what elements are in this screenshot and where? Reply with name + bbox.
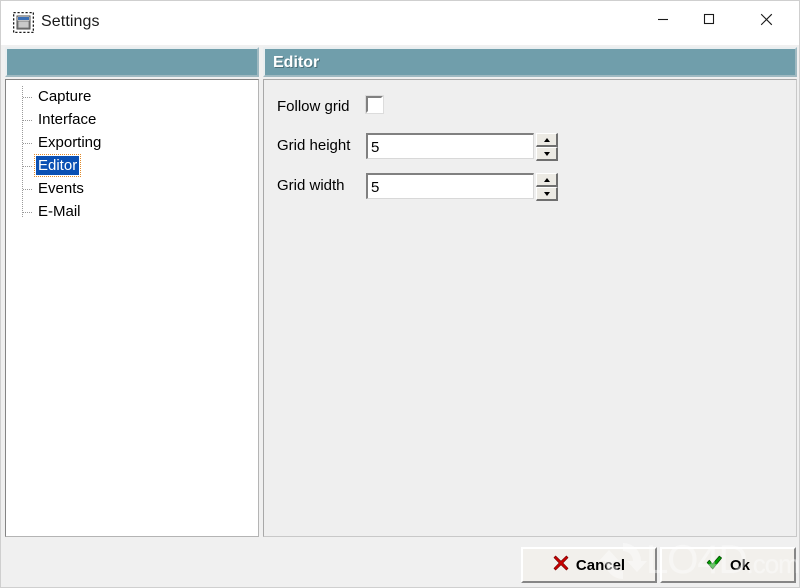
grid-height-input[interactable] xyxy=(366,133,534,159)
follow-grid-checkbox[interactable] xyxy=(366,96,383,113)
spin-up-icon[interactable] xyxy=(536,133,558,147)
spin-down-icon[interactable] xyxy=(536,147,558,161)
cancel-button-label: Cancel xyxy=(575,556,626,574)
grid-height-label: Grid height xyxy=(277,137,351,154)
sidebar-item-exporting[interactable]: Exporting xyxy=(6,132,258,155)
close-icon[interactable] xyxy=(743,1,789,37)
minimize-icon[interactable] xyxy=(640,1,686,37)
sidebar-item-interface[interactable]: Interface xyxy=(6,109,258,132)
sidebar-item-label: Interface xyxy=(38,111,97,128)
ok-button-label: Ok xyxy=(729,556,750,574)
sidebar-header xyxy=(5,47,259,77)
content-body: Follow grid Grid height Grid width xyxy=(263,79,797,537)
settings-window: Settings Capture Interface Exporting Edi… xyxy=(0,0,800,588)
red-x-icon xyxy=(553,555,569,575)
settings-window-icon xyxy=(12,11,35,34)
follow-grid-label: Follow grid xyxy=(277,98,350,115)
grid-height-stepper[interactable] xyxy=(536,133,558,161)
sidebar-item-label: E-Mail xyxy=(38,203,81,220)
grid-width-stepper[interactable] xyxy=(536,173,558,201)
sidebar-item-label: Events xyxy=(38,180,84,197)
field-row-grid-width: Grid width xyxy=(264,173,796,203)
sidebar-panel: Capture Interface Exporting Editor Event… xyxy=(5,47,259,537)
settings-tree[interactable]: Capture Interface Exporting Editor Event… xyxy=(5,79,259,537)
title-bar: Settings xyxy=(1,1,799,45)
ok-button[interactable]: Ok xyxy=(660,547,796,583)
grid-width-input[interactable] xyxy=(366,173,534,199)
window-title: Settings xyxy=(41,13,100,30)
spin-up-icon[interactable] xyxy=(536,173,558,187)
content-panel: Editor Follow grid Grid height Grid widt… xyxy=(263,47,797,537)
sidebar-item-events[interactable]: Events xyxy=(6,178,258,201)
sidebar-item-label: Exporting xyxy=(38,134,102,151)
field-row-grid-height: Grid height xyxy=(264,133,796,163)
sidebar-item-e-mail[interactable]: E-Mail xyxy=(6,201,258,224)
sidebar-item-editor[interactable]: Editor xyxy=(6,154,258,178)
green-check-icon xyxy=(706,555,723,575)
content-header: Editor xyxy=(263,47,797,77)
sidebar-item-label: Editor xyxy=(33,154,82,177)
grid-width-label: Grid width xyxy=(277,177,345,194)
page-title: Editor xyxy=(273,54,320,71)
sidebar-item-label: Capture xyxy=(38,88,92,105)
spin-down-icon[interactable] xyxy=(536,187,558,201)
cancel-button[interactable]: Cancel xyxy=(521,547,657,583)
field-row-follow-grid: Follow grid xyxy=(264,94,796,124)
maximize-icon[interactable] xyxy=(686,1,732,37)
dialog-footer: Cancel Ok xyxy=(1,541,799,587)
sidebar-item-capture[interactable]: Capture xyxy=(6,86,258,109)
